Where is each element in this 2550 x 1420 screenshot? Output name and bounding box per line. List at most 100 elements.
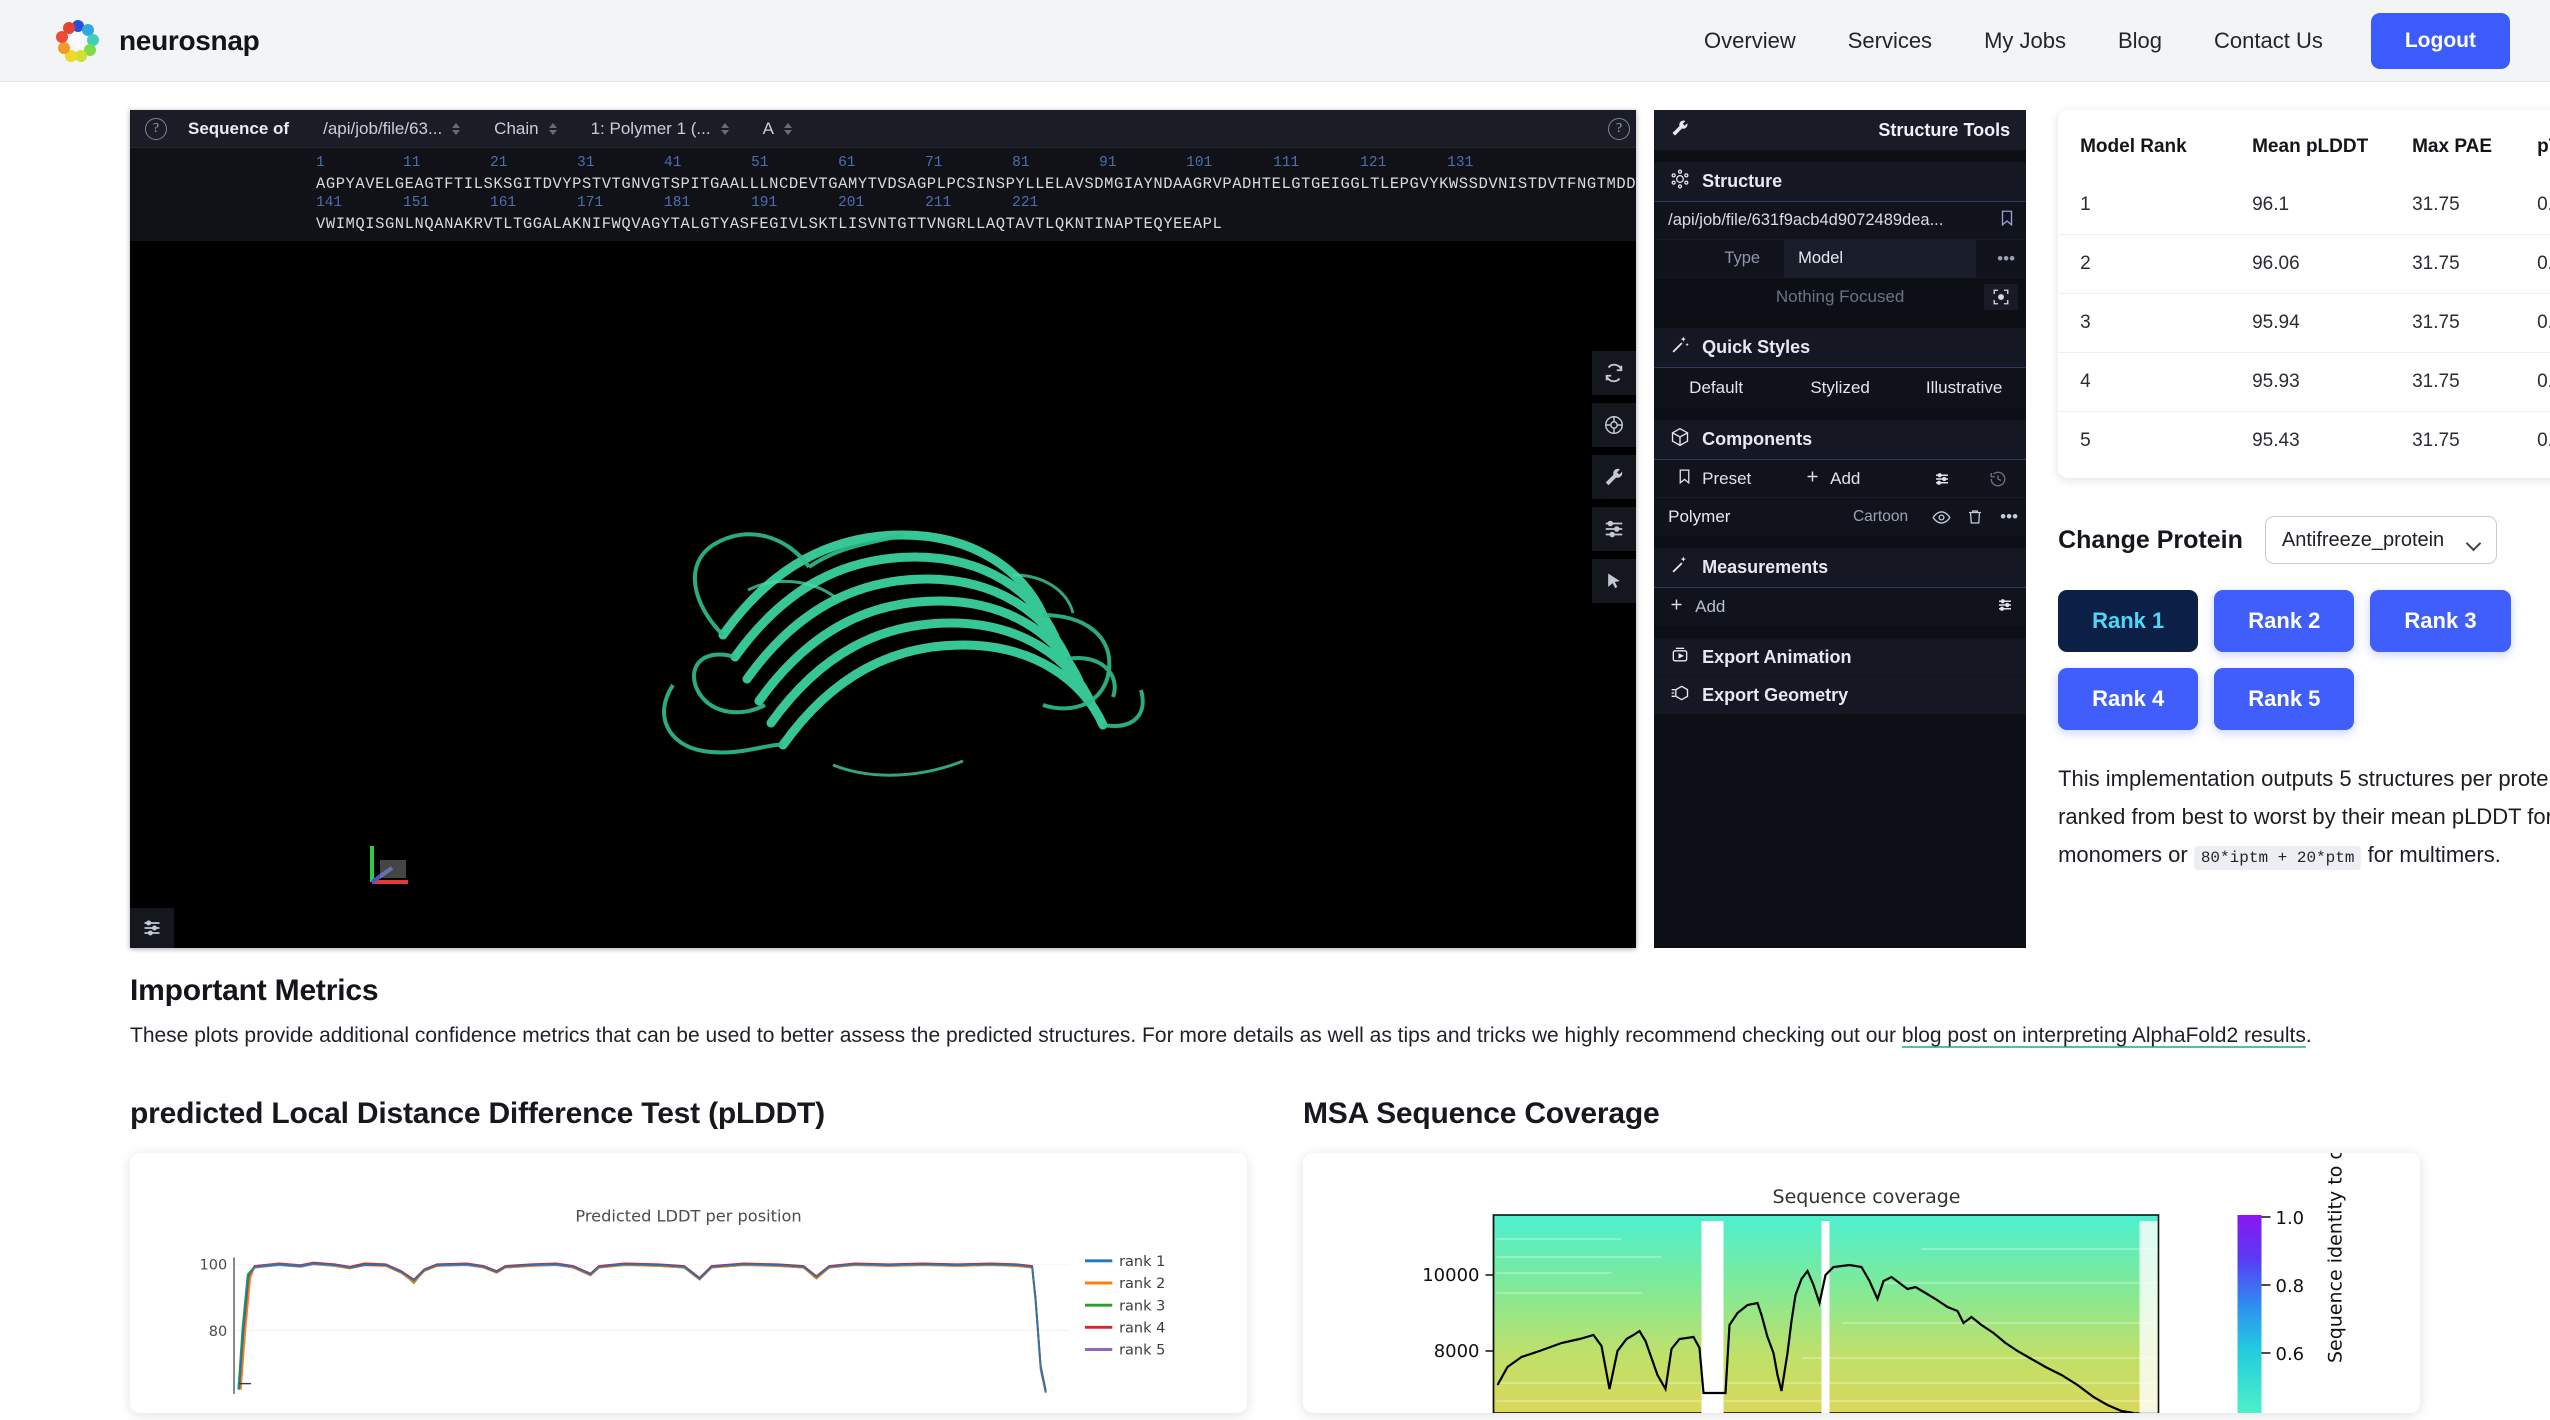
rank-button-1[interactable]: Rank 1 — [2058, 590, 2198, 652]
page-title: Important Metrics — [130, 974, 2420, 1008]
col-mean-plddt: Mean pLDDT — [2230, 128, 2390, 176]
eye-icon[interactable] — [1924, 508, 1958, 527]
chain-label: Chain — [494, 119, 556, 139]
export-animation-row[interactable]: Export Animation — [1654, 638, 2026, 676]
table-row: 5 95.43 31.75 0.85 — [2058, 412, 2550, 471]
components-add-button[interactable]: Add — [1804, 468, 1914, 490]
structure-section-header[interactable]: Structure — [1654, 162, 2026, 202]
sequence-residues-line1[interactable]: AGPYAVELGEAGTFTILSKSGITDVYPSTVTGNVGTSPIT… — [130, 175, 1636, 194]
sequence-file-value: /api/job/file/63... — [323, 119, 442, 139]
chain-label-text: Chain — [494, 119, 538, 139]
refresh-icon[interactable] — [1592, 351, 1636, 395]
cbar-label-0.8: 0.8 — [2276, 1276, 2305, 1297]
msa-plot-card[interactable]: Sequence coverage — [1303, 1153, 2420, 1413]
settings-sliders-icon[interactable] — [1592, 507, 1636, 551]
legend-label-rank1: rank 1 — [1119, 1253, 1165, 1269]
msa-gap-block-1 — [1702, 1221, 1724, 1413]
sequence-numbers-line2: 141 151 161 171 181 191 201 211 221 — [130, 195, 1636, 211]
sequence-display[interactable]: 1 11 21 31 41 51 61 71 81 91 101 111 121… — [130, 148, 1636, 241]
wrench-icon — [1670, 118, 1690, 143]
plddt-chart: Predicted LDDT per position 100 80 — [130, 1153, 1247, 1413]
sequence-help-button[interactable]: ? — [130, 118, 182, 140]
cell-rank: 3 — [2058, 294, 2230, 353]
wrench-icon[interactable] — [1592, 455, 1636, 499]
cell-pae: 31.75 — [2390, 412, 2515, 471]
cursor-icon[interactable] — [1592, 559, 1636, 603]
structure-type-row[interactable]: Type Model ••• — [1654, 240, 2026, 278]
components-section-header[interactable]: Components — [1654, 420, 2026, 460]
plddt-plot-card[interactable]: Predicted LDDT per position 100 80 — [130, 1153, 1247, 1413]
sequence-file-selector[interactable]: /api/job/file/63... — [323, 119, 460, 139]
export-geometry-label: Export Geometry — [1702, 685, 1848, 706]
polymer-component-name: Polymer — [1668, 507, 1853, 527]
bookmark-icon[interactable] — [1998, 209, 2016, 232]
logout-button[interactable]: Logout — [2371, 13, 2510, 69]
measurements-section-header[interactable]: Measurements — [1654, 548, 2026, 588]
msa-plot-column: MSA Sequence Coverage — [1303, 1097, 2420, 1413]
rank-button-3[interactable]: Rank 3 — [2370, 590, 2510, 652]
polymer-value: 1: Polymer 1 (... — [591, 119, 711, 139]
change-protein-row: Change Protein Antifreeze_protein — [2058, 516, 2550, 564]
export-geometry-row[interactable]: Export Geometry — [1654, 676, 2026, 714]
nav-link-overview[interactable]: Overview — [1678, 28, 1822, 54]
polymer-selector[interactable]: 1: Polymer 1 (... — [591, 119, 729, 139]
quick-styles-label: Quick Styles — [1702, 337, 1810, 358]
screenshot-icon[interactable] — [1592, 403, 1636, 447]
metrics-description: These plots provide additional confidenc… — [130, 1020, 2420, 1053]
more-dots-icon[interactable]: ••• — [1992, 507, 2026, 527]
cell-ptm: 0.85 — [2515, 412, 2550, 471]
nav-link-contact-us[interactable]: Contact Us — [2188, 28, 2349, 54]
structure-type-label: Type — [1654, 249, 1774, 268]
quick-style-default[interactable]: Default — [1654, 368, 1778, 408]
rank-buttons: Rank 1 Rank 2 Rank 3 Rank 4 Rank 5 — [2058, 590, 2538, 730]
help-circle-icon: ? — [145, 118, 167, 140]
export-animation-icon — [1670, 645, 1690, 670]
nav-link-services[interactable]: Services — [1822, 28, 1958, 54]
quick-styles-section-header[interactable]: Quick Styles — [1654, 328, 2026, 368]
3d-canvas[interactable] — [130, 241, 1636, 948]
brand-name: neurosnap — [119, 25, 259, 57]
viewer-settings-button[interactable] — [130, 908, 174, 948]
rank-button-2[interactable]: Rank 2 — [2214, 590, 2354, 652]
nav-link-blog[interactable]: Blog — [2092, 28, 2188, 54]
components-preset-button[interactable]: Preset — [1654, 468, 1804, 490]
sliders-icon[interactable] — [1996, 596, 2014, 619]
sequence-help-button-right[interactable]: ? — [1608, 110, 1630, 148]
legend-label-rank5: rank 5 — [1119, 1342, 1165, 1358]
chain-selector[interactable]: A — [763, 119, 792, 139]
cell-plddt: 95.43 — [2230, 412, 2390, 471]
quick-style-stylized[interactable]: Stylized — [1778, 368, 1902, 408]
cell-plddt: 96.1 — [2230, 176, 2390, 235]
protein-cartoon-render — [573, 385, 1193, 805]
cell-pae: 31.75 — [2390, 294, 2515, 353]
protein-select[interactable]: Antifreeze_protein — [2265, 516, 2497, 564]
plddt-series-group — [238, 1262, 1045, 1392]
blog-post-link[interactable]: blog post on interpreting AlphaFold2 res… — [1902, 1024, 2306, 1047]
focus-target-icon[interactable] — [1984, 284, 2018, 310]
cbar-axis-label: Sequence identity to query — [2325, 1153, 2347, 1363]
brand[interactable]: neurosnap — [55, 18, 259, 64]
chevron-updown-icon — [549, 123, 557, 135]
cell-plddt: 95.93 — [2230, 353, 2390, 412]
quick-style-illustrative[interactable]: Illustrative — [1902, 368, 2026, 408]
more-dots-icon[interactable]: ••• — [1986, 249, 2026, 269]
plus-icon — [1668, 596, 1685, 618]
sliders-icon[interactable] — [1914, 470, 1970, 488]
structure-tools-panel: Structure Tools Structure /api/job/file/… — [1654, 110, 2026, 948]
msa-chart-title: Sequence coverage — [1773, 1186, 1961, 1208]
measurements-add-row[interactable]: Add — [1654, 588, 2026, 626]
magic-wand-icon — [1670, 555, 1690, 580]
component-row-polymer[interactable]: Polymer Cartoon ••• — [1654, 498, 2026, 536]
preset-label: Preset — [1702, 469, 1751, 489]
focus-status-row[interactable]: Nothing Focused — [1654, 278, 2026, 316]
structure-path-row[interactable]: /api/job/file/631f9acb4d9072489dea... — [1654, 202, 2026, 240]
history-icon[interactable] — [1970, 470, 2026, 488]
cell-rank: 5 — [2058, 412, 2230, 471]
sequence-residues-line2[interactable]: VWIMQISGNLNQANAKRVTLTGGALAKNIFWQVAGYTALG… — [130, 215, 1636, 234]
nav-link-my-jobs[interactable]: My Jobs — [1958, 28, 2092, 54]
rank-button-4[interactable]: Rank 4 — [2058, 668, 2198, 730]
rank-button-5[interactable]: Rank 5 — [2214, 668, 2354, 730]
table-row: 1 96.1 31.75 0.86 — [2058, 176, 2550, 235]
trash-icon[interactable] — [1958, 508, 1992, 526]
structure-path: /api/job/file/631f9acb4d9072489dea... — [1668, 211, 1988, 230]
